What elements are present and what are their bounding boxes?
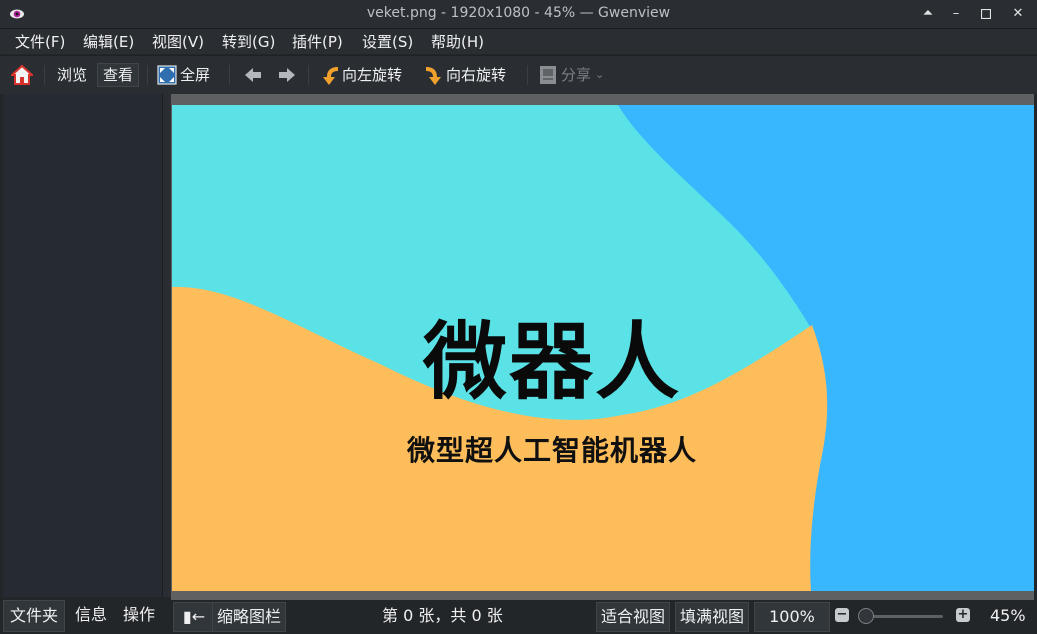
zoom-level-text: 45%: [990, 606, 1026, 625]
previous-button[interactable]: [243, 63, 263, 87]
chevron-down-icon: ⌄: [595, 68, 605, 81]
toolbar-separator: [527, 65, 528, 85]
rotate-right-button[interactable]: 向右旋转: [424, 63, 506, 87]
close-window-button[interactable]: ✕: [1007, 4, 1029, 24]
keep-above-button[interactable]: ⏶: [917, 4, 939, 24]
rotate-right-label: 向右旋转: [446, 66, 507, 84]
toggle-sidebar-button[interactable]: ▮←: [173, 602, 215, 632]
share-button[interactable]: 分享 ⌄: [539, 63, 604, 87]
toolbar-separator: [147, 65, 148, 85]
fullscreen-icon: [157, 65, 177, 85]
displayed-image: 微器人 微型超人工智能机器人: [172, 105, 1034, 591]
fullscreen-button[interactable]: 全屏: [157, 63, 210, 87]
share-label: 分享: [561, 66, 592, 84]
browse-button[interactable]: 浏览: [57, 63, 87, 87]
fit-view-button[interactable]: 适合视图: [596, 602, 671, 632]
menu-edit[interactable]: 编辑(E): [83, 31, 134, 52]
view-button[interactable]: 查看: [97, 63, 140, 87]
menu-plugins[interactable]: 插件(P): [292, 31, 343, 52]
tab-operations[interactable]: 操作: [117, 600, 161, 630]
menu-view[interactable]: 视图(V): [152, 31, 204, 52]
menu-bar: 文件(F) 编辑(E) 视图(V) 转到(G) 插件(P) 设置(S) 帮助(H…: [0, 29, 1037, 54]
home-button[interactable]: [11, 63, 33, 87]
image-count-text: 第 0 张，共 0 张: [382, 606, 503, 625]
menu-file[interactable]: 文件(F): [15, 31, 65, 52]
zoom-in-icon[interactable]: +: [956, 608, 970, 622]
zoom-100-button[interactable]: 100%: [754, 602, 830, 632]
rotate-left-icon: [323, 67, 338, 85]
zoom-slider-handle[interactable]: [858, 608, 875, 624]
main-toolbar: 浏览 查看 全屏 向左旋转 向右旋转 分享 ⌄: [0, 55, 1037, 94]
image-title-text: 微器人: [422, 313, 681, 411]
zoom-out-icon[interactable]: −: [835, 608, 849, 622]
status-bar: ▮← 缩略图栏 第 0 张，共 0 张 适合视图 填满视图 100% − + 4…: [171, 600, 1037, 634]
share-icon: [540, 66, 556, 84]
sidebar-panel: [3, 94, 163, 597]
fullscreen-label: 全屏: [180, 66, 211, 84]
toolbar-separator: [229, 65, 230, 85]
sidebar-toggle-icon: ▮←: [182, 607, 206, 626]
home-icon: [11, 64, 33, 85]
menu-help[interactable]: 帮助(H): [431, 31, 484, 52]
toolbar-separator: [44, 65, 45, 85]
tab-folders[interactable]: 文件夹: [3, 600, 66, 632]
image-subtitle-text: 微型超人工智能机器人: [406, 434, 697, 467]
menu-go[interactable]: 转到(G): [222, 31, 275, 52]
sidebar-tabs: 文件夹 信息 操作: [3, 600, 165, 632]
window-title: veket.png - 1920x1080 - 45% — Gwenview: [366, 5, 671, 21]
maximize-button[interactable]: [975, 4, 997, 24]
image-viewer[interactable]: 微器人 微型超人工智能机器人: [171, 94, 1034, 600]
arrow-right-icon: [279, 68, 295, 82]
tab-info[interactable]: 信息: [69, 600, 113, 630]
minimize-button[interactable]: –: [945, 4, 967, 24]
menu-settings[interactable]: 设置(S): [362, 31, 413, 52]
rotate-right-icon: [426, 67, 441, 85]
sidebar-splitter[interactable]: [163, 94, 171, 597]
toolbar-separator: [308, 65, 309, 85]
fill-view-button[interactable]: 填满视图: [675, 602, 750, 632]
title-bar: veket.png - 1920x1080 - 45% — Gwenview ⏶…: [0, 0, 1037, 29]
thumbnail-bar-button[interactable]: 缩略图栏: [212, 602, 287, 632]
arrow-left-icon: [245, 68, 261, 82]
rotate-left-label: 向左旋转: [342, 66, 403, 84]
rotate-left-button[interactable]: 向左旋转: [320, 63, 402, 87]
next-button[interactable]: [277, 63, 297, 87]
